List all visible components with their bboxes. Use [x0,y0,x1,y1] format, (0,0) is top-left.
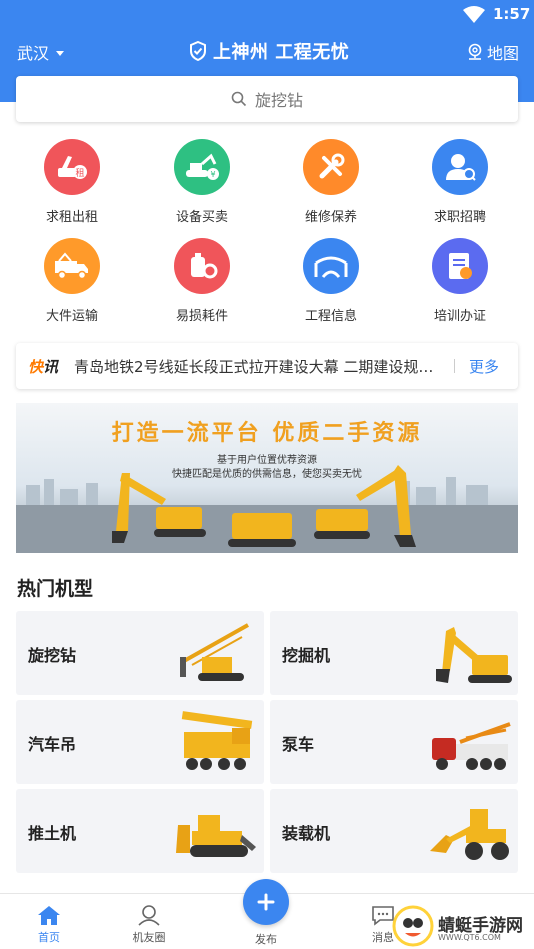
model-card-rotary-drill[interactable]: 旋挖钻 [16,611,264,695]
search-input[interactable]: 旋挖钻 [16,76,518,122]
watermark-url: WWW.QT6.COM [438,933,501,942]
tab-label: 消息 [372,931,394,944]
category-trade[interactable]: ¥ 设备买卖 [152,139,252,225]
wifi-icon [463,6,485,23]
category-label: 设备买卖 [175,210,228,225]
tab-label: 首页 [38,931,60,944]
parts-icon [174,238,230,294]
watermark: 蜻蜓手游网 WWW.QT6.COM [392,904,534,948]
status-bar: 1:57 [0,0,534,30]
category-label: 大件运输 [45,309,98,324]
news-tag: 快讯 [28,357,59,376]
category-label: 工程信息 [304,309,357,324]
category-recruit[interactable]: 求职招聘 [410,139,510,225]
category-rent[interactable]: 租 求租出租 [22,139,122,225]
rotary-drill-icon [180,623,249,681]
news-headline[interactable]: 青岛地铁2号线延长段正式拉开建设大幕 二期建设规划... [74,356,444,377]
map-button[interactable]: 地图 [467,40,519,64]
tab-label: 发布 [255,933,277,946]
search-placeholder: 旋挖钻 [254,91,303,110]
category-label: 易损耗件 [175,309,228,324]
tab-home[interactable]: 首页 [9,894,89,949]
tab-label: 机友圈 [132,931,166,944]
model-label: 推土机 [28,824,77,843]
dragonfly-logo-icon [392,905,434,947]
model-card-pump-truck[interactable]: 泵车 [270,700,518,784]
divider [454,359,456,373]
banner-title: 打造一流平台 优质二手资源 [111,421,423,446]
category-label: 培训办证 [433,309,486,324]
model-card-bulldozer[interactable]: 推土机 [16,789,264,873]
category-label: 求职招聘 [433,210,486,225]
category-label: 求租出租 [45,210,98,225]
search-icon [231,91,247,107]
excavator-trade-icon: ¥ [174,139,230,195]
model-label: 汽车吊 [28,735,77,754]
bridge-icon [303,238,359,294]
home-icon [38,906,60,925]
news-more-link[interactable]: 更多 [469,356,499,377]
tab-circle[interactable]: 机友圈 [109,894,189,949]
category-label: 维修保养 [304,210,357,225]
category-project[interactable]: 工程信息 [281,238,381,324]
city-selector[interactable]: 武汉 [17,40,65,64]
model-card-excavator[interactable]: 挖掘机 [270,611,518,695]
publish-button[interactable] [243,879,289,925]
slogan-text: 上神州 工程无忧 [213,42,350,63]
model-label: 泵车 [282,735,315,754]
shield-check-icon [190,41,206,61]
model-card-loader[interactable]: 装载机 [270,789,518,873]
status-time: 1:57 [493,5,531,23]
certificate-icon [432,238,488,294]
category-repair[interactable]: 维修保养 [281,139,381,225]
pump-truck-icon [432,722,511,770]
model-label: 装载机 [282,824,331,843]
promo-banner[interactable]: 打造一流平台 优质二手资源 基于用户位置优荐资源 快捷匹配是优质的供需信息，使您… [16,403,518,553]
truck-crane-icon [181,711,253,770]
plus-icon [257,893,275,911]
app-slogan: 上神州 工程无忧 [189,38,349,64]
category-transport[interactable]: 大件运输 [22,238,122,324]
recruit-icon [432,139,488,195]
model-label: 挖掘机 [282,646,331,665]
friends-icon [138,905,160,926]
city-label: 武汉 [17,44,50,63]
crane-rent-icon: 租 [44,139,100,195]
excavator-icon [436,627,512,683]
map-label: 地图 [487,44,520,63]
section-title: 热门机型 [17,578,94,600]
category-training[interactable]: 培训办证 [410,238,510,324]
tools-icon [303,139,359,195]
model-label: 旋挖钻 [28,646,77,665]
truck-icon [44,238,100,294]
banner-subtitle: 基于用户位置优荐资源 [217,455,317,466]
bulldozer-icon [176,815,256,857]
category-parts[interactable]: 易损耗件 [152,238,252,324]
banner-subtitle: 快捷匹配是优质的供需信息，使您买卖无忧 [172,469,362,480]
svg-text:¥: ¥ [210,170,215,179]
loader-icon [430,809,509,860]
chevron-down-icon [56,50,65,56]
news-ticker[interactable]: 快讯 青岛地铁2号线延长段正式拉开建设大幕 二期建设规划... 更多 [16,343,518,389]
map-pin-icon [468,43,482,60]
model-card-truck-crane[interactable]: 汽车吊 [16,700,264,784]
svg-text:租: 租 [75,168,84,179]
